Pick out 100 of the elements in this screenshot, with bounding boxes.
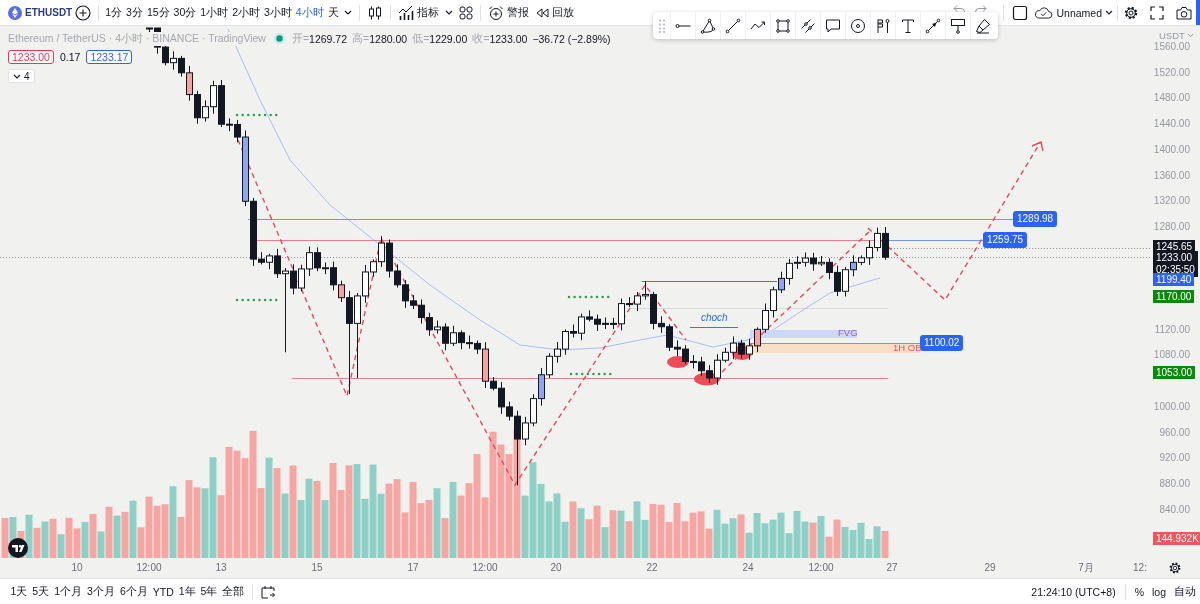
grid-icon	[458, 5, 473, 20]
caret-icon	[1186, 33, 1194, 38]
price-tick-label: 1400.00	[1153, 143, 1190, 156]
price-badge: 1170.00	[1153, 290, 1195, 303]
countdown-timer: 02:35:50	[1156, 264, 1195, 275]
down-candle	[442, 322, 449, 351]
interval-tab[interactable]: 3分	[124, 3, 145, 22]
drag-handle-icon[interactable]	[659, 18, 665, 33]
camera-icon	[1176, 4, 1192, 21]
interval-tab[interactable]: 15分	[144, 3, 172, 22]
ohlc-label: 低=	[412, 31, 430, 46]
up-candle	[618, 298, 625, 331]
cloud-check-icon	[1034, 6, 1054, 19]
parallel-lines-icon	[800, 17, 816, 34]
settings-icon	[1168, 561, 1182, 575]
range-button[interactable]: 3个月	[84, 582, 118, 601]
caret-icon	[1105, 10, 1113, 15]
price-level-label: 1259.75	[983, 232, 1028, 248]
interval-tab[interactable]: 3小时	[262, 3, 294, 22]
down-candle	[570, 324, 577, 338]
scale-mode-button[interactable]: %	[1130, 582, 1148, 601]
redo-icon	[975, 5, 988, 12]
ohlc-value: 1229.00	[429, 32, 468, 45]
fullscreen-button[interactable]	[1148, 3, 1166, 22]
ohlc-label: 收=	[472, 31, 490, 46]
candlestick-icon	[366, 4, 383, 21]
logo-icon[interactable]	[8, 538, 28, 558]
interval-tab[interactable]: 天	[325, 3, 341, 22]
price-tick-label: 1320.00	[1153, 195, 1190, 208]
down-candle	[290, 263, 297, 295]
down-candle	[738, 339, 745, 359]
price-badge: 1053.00	[1153, 366, 1196, 379]
flag-pin-icon	[875, 17, 891, 34]
price-tick-label: 1480.00	[1153, 92, 1190, 105]
text-tool-icon	[900, 17, 916, 34]
caret-icon	[444, 10, 453, 15]
signpost-icon	[950, 17, 966, 34]
indicators-toggle-button[interactable]: 4	[8, 69, 35, 83]
add-symbol-button[interactable]	[73, 2, 94, 23]
range-button[interactable]: 1个月	[51, 582, 85, 601]
price-tick-label: 1080.00	[1153, 349, 1190, 362]
price-tick-label: 1120.00	[1154, 323, 1190, 336]
time-tick-label: 12:00	[472, 562, 498, 574]
indicators-button[interactable]: 指标	[397, 4, 439, 21]
horizontal-line	[689, 326, 739, 329]
price-tick-label: 1000.00	[1153, 400, 1190, 413]
sell-price-button[interactable]: 1233.00	[8, 50, 54, 64]
up-candle	[322, 262, 329, 275]
plus-icon	[75, 4, 92, 21]
range-button[interactable]: 全部	[219, 582, 247, 601]
buy-price-button[interactable]: 1233.17	[86, 50, 133, 64]
interval-tab[interactable]: 1分	[103, 3, 125, 22]
price-badge: 1199.40	[1153, 273, 1195, 286]
diamond-logo-icon	[8, 5, 22, 20]
clock-text[interactable]: 21:24:10 (UTC+8)	[1031, 585, 1116, 598]
range-button[interactable]: 6个月	[117, 582, 151, 601]
trend-line-icon	[725, 17, 741, 34]
redo-button[interactable]	[975, 5, 988, 12]
range-button[interactable]: 1年	[176, 582, 199, 601]
price-level-label: 1100.02	[920, 335, 964, 351]
price-tick-label: 1520.00	[1153, 66, 1190, 79]
undo-button[interactable]	[953, 5, 966, 12]
replay-button[interactable]: 回放	[534, 5, 574, 20]
range-button[interactable]: 5年	[198, 582, 220, 601]
symbol-button[interactable]: ETHUSDT	[25, 7, 73, 18]
scale-mode-button[interactable]: log	[1148, 582, 1170, 601]
ohlc-label: 高=	[352, 31, 370, 46]
range-button[interactable]: 1天	[8, 582, 30, 601]
fullscreen-icon	[1150, 5, 1164, 20]
up-candle	[602, 316, 609, 330]
interval-tab[interactable]: 4小时	[293, 3, 326, 22]
layout-name-button[interactable]: Unnamed	[1034, 6, 1113, 19]
time-tick-label: 24	[742, 562, 754, 574]
down-candle	[626, 296, 633, 308]
zone-label: 1H OB	[893, 343, 922, 353]
price-value: 1233.00	[1156, 252, 1194, 264]
speech-bubble-icon	[825, 17, 841, 34]
ohlc-value: 1233.00	[489, 32, 528, 45]
ohlc-value: 1280.00	[369, 32, 408, 45]
price-tick-label: 880.00	[1159, 477, 1190, 490]
templates-button[interactable]	[456, 3, 475, 22]
interval-tab[interactable]: 2小时	[230, 3, 262, 22]
time-tick-label: 17	[407, 562, 419, 574]
price-level-label: 1289.98	[1013, 211, 1058, 227]
interval-tab[interactable]: 1小时	[198, 3, 231, 22]
time-tick-label: 15	[311, 562, 323, 574]
scale-mode-button[interactable]: 自动	[1170, 582, 1200, 601]
range-button[interactable]: 5天	[29, 582, 52, 601]
down-candle	[882, 226, 889, 261]
ohlc-value: 1269.72	[309, 32, 348, 45]
alert-button[interactable]: 警报	[487, 4, 529, 21]
time-tick-label: 12:00	[808, 562, 834, 574]
interval-tab[interactable]: 30分	[171, 3, 199, 22]
time-tick-label: 10	[71, 562, 83, 574]
range-button[interactable]: YTD	[150, 582, 177, 601]
up-candle	[266, 253, 273, 270]
up-candle	[434, 319, 441, 335]
structure-label: choch	[701, 312, 728, 323]
time-tick-label: 7月	[1078, 562, 1094, 574]
brush-icon	[975, 17, 991, 34]
